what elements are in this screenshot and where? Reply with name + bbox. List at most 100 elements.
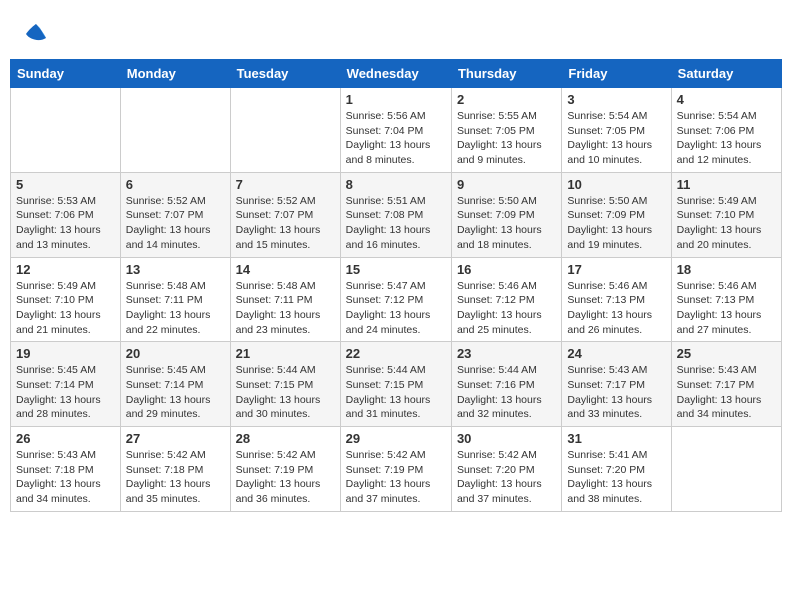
day-number: 30: [457, 431, 556, 446]
day-number: 26: [16, 431, 115, 446]
calendar-day-cell: 24 Sunrise: 5:43 AM Sunset: 7:17 PM Dayli…: [562, 342, 671, 427]
weekday-header-thursday: Thursday: [451, 60, 561, 88]
calendar-day-cell: 20 Sunrise: 5:45 AM Sunset: 7:14 PM Dayli…: [120, 342, 230, 427]
day-number: 10: [567, 177, 665, 192]
calendar-day-cell: 30Sunrise: 5:42 AM Sunset: 7:20 PM Dayli…: [451, 427, 561, 512]
calendar-day-cell: 14Sunrise: 5:48 AM Sunset: 7:11 PM Dayli…: [230, 257, 340, 342]
day-info: Sunrise: 5:45 AM Sunset: 7:14 PM Dayligh…: [16, 363, 115, 422]
day-info: Sunrise: 5:50 AM Sunset: 7:09 PM Dayligh…: [567, 194, 665, 253]
day-number: 17: [567, 262, 665, 277]
calendar-day-cell: 3 Sunrise: 5:54 AM Sunset: 7:05 PM Daylig…: [562, 88, 671, 173]
day-number: 21: [236, 346, 335, 361]
day-number: 7: [236, 177, 335, 192]
day-info: Sunrise: 5:54 AM Sunset: 7:06 PM Dayligh…: [677, 109, 776, 168]
day-number: 12: [16, 262, 115, 277]
calendar-empty-cell: [230, 88, 340, 173]
calendar-day-cell: 12Sunrise: 5:49 AM Sunset: 7:10 PM Dayli…: [11, 257, 121, 342]
weekday-header-saturday: Saturday: [671, 60, 781, 88]
day-number: 6: [126, 177, 225, 192]
calendar-week-row: 26 Sunrise: 5:43 AM Sunset: 7:18 PM Dayli…: [11, 427, 782, 512]
calendar-day-cell: 29 Sunrise: 5:42 AM Sunset: 7:19 PM Dayli…: [340, 427, 451, 512]
day-info: Sunrise: 5:42 AM Sunset: 7:19 PM Dayligh…: [346, 448, 446, 507]
calendar-table: SundayMondayTuesdayWednesdayThursdayFrid…: [10, 59, 782, 512]
logo: [20, 20, 50, 48]
calendar-day-cell: 26 Sunrise: 5:43 AM Sunset: 7:18 PM Dayli…: [11, 427, 121, 512]
day-info: Sunrise: 5:44 AM Sunset: 7:15 PM Dayligh…: [346, 363, 446, 422]
day-number: 20: [126, 346, 225, 361]
day-number: 9: [457, 177, 556, 192]
calendar-week-row: 1 Sunrise: 5:56 AM Sunset: 7:04 PM Daylig…: [11, 88, 782, 173]
day-info: Sunrise: 5:42 AM Sunset: 7:18 PM Dayligh…: [126, 448, 225, 507]
day-number: 15: [346, 262, 446, 277]
weekday-header-wednesday: Wednesday: [340, 60, 451, 88]
day-number: 19: [16, 346, 115, 361]
day-number: 25: [677, 346, 776, 361]
weekday-header-sunday: Sunday: [11, 60, 121, 88]
day-info: Sunrise: 5:42 AM Sunset: 7:19 PM Dayligh…: [236, 448, 335, 507]
day-number: 28: [236, 431, 335, 446]
calendar-day-cell: 6 Sunrise: 5:52 AM Sunset: 7:07 PM Daylig…: [120, 172, 230, 257]
day-number: 4: [677, 92, 776, 107]
day-info: Sunrise: 5:46 AM Sunset: 7:12 PM Dayligh…: [457, 279, 556, 338]
day-info: Sunrise: 5:48 AM Sunset: 7:11 PM Dayligh…: [126, 279, 225, 338]
calendar-day-cell: 22 Sunrise: 5:44 AM Sunset: 7:15 PM Dayli…: [340, 342, 451, 427]
day-number: 31: [567, 431, 665, 446]
calendar-day-cell: 1 Sunrise: 5:56 AM Sunset: 7:04 PM Daylig…: [340, 88, 451, 173]
day-info: Sunrise: 5:44 AM Sunset: 7:16 PM Dayligh…: [457, 363, 556, 422]
weekday-header-tuesday: Tuesday: [230, 60, 340, 88]
page-header: [10, 10, 782, 53]
calendar-week-row: 5 Sunrise: 5:53 AM Sunset: 7:06 PM Daylig…: [11, 172, 782, 257]
calendar-day-cell: 21 Sunrise: 5:44 AM Sunset: 7:15 PM Dayli…: [230, 342, 340, 427]
calendar-day-cell: 16 Sunrise: 5:46 AM Sunset: 7:12 PM Dayli…: [451, 257, 561, 342]
day-number: 5: [16, 177, 115, 192]
day-number: 23: [457, 346, 556, 361]
calendar-day-cell: 28 Sunrise: 5:42 AM Sunset: 7:19 PM Dayli…: [230, 427, 340, 512]
day-info: Sunrise: 5:43 AM Sunset: 7:17 PM Dayligh…: [567, 363, 665, 422]
day-info: Sunrise: 5:45 AM Sunset: 7:14 PM Dayligh…: [126, 363, 225, 422]
day-number: 3: [567, 92, 665, 107]
calendar-day-cell: 9 Sunrise: 5:50 AM Sunset: 7:09 PM Daylig…: [451, 172, 561, 257]
day-number: 27: [126, 431, 225, 446]
calendar-day-cell: 7 Sunrise: 5:52 AM Sunset: 7:07 PM Daylig…: [230, 172, 340, 257]
day-info: Sunrise: 5:52 AM Sunset: 7:07 PM Dayligh…: [236, 194, 335, 253]
calendar-empty-cell: [120, 88, 230, 173]
calendar-day-cell: 25Sunrise: 5:43 AM Sunset: 7:17 PM Dayli…: [671, 342, 781, 427]
calendar-week-row: 19 Sunrise: 5:45 AM Sunset: 7:14 PM Dayli…: [11, 342, 782, 427]
day-info: Sunrise: 5:55 AM Sunset: 7:05 PM Dayligh…: [457, 109, 556, 168]
day-number: 29: [346, 431, 446, 446]
calendar-day-cell: 4 Sunrise: 5:54 AM Sunset: 7:06 PM Daylig…: [671, 88, 781, 173]
calendar-day-cell: 13 Sunrise: 5:48 AM Sunset: 7:11 PM Dayli…: [120, 257, 230, 342]
calendar-day-cell: 11 Sunrise: 5:49 AM Sunset: 7:10 PM Dayli…: [671, 172, 781, 257]
calendar-day-cell: 8Sunrise: 5:51 AM Sunset: 7:08 PM Daylig…: [340, 172, 451, 257]
day-info: Sunrise: 5:46 AM Sunset: 7:13 PM Dayligh…: [677, 279, 776, 338]
calendar-day-cell: 10 Sunrise: 5:50 AM Sunset: 7:09 PM Dayli…: [562, 172, 671, 257]
day-info: Sunrise: 5:56 AM Sunset: 7:04 PM Dayligh…: [346, 109, 446, 168]
day-info: Sunrise: 5:44 AM Sunset: 7:15 PM Dayligh…: [236, 363, 335, 422]
calendar-week-row: 12Sunrise: 5:49 AM Sunset: 7:10 PM Dayli…: [11, 257, 782, 342]
day-info: Sunrise: 5:50 AM Sunset: 7:09 PM Dayligh…: [457, 194, 556, 253]
day-info: Sunrise: 5:52 AM Sunset: 7:07 PM Dayligh…: [126, 194, 225, 253]
day-number: 11: [677, 177, 776, 192]
day-info: Sunrise: 5:41 AM Sunset: 7:20 PM Dayligh…: [567, 448, 665, 507]
day-info: Sunrise: 5:47 AM Sunset: 7:12 PM Dayligh…: [346, 279, 446, 338]
day-info: Sunrise: 5:48 AM Sunset: 7:11 PM Dayligh…: [236, 279, 335, 338]
day-number: 1: [346, 92, 446, 107]
day-number: 13: [126, 262, 225, 277]
day-info: Sunrise: 5:49 AM Sunset: 7:10 PM Dayligh…: [677, 194, 776, 253]
day-info: Sunrise: 5:54 AM Sunset: 7:05 PM Dayligh…: [567, 109, 665, 168]
calendar-day-cell: 17Sunrise: 5:46 AM Sunset: 7:13 PM Dayli…: [562, 257, 671, 342]
day-number: 22: [346, 346, 446, 361]
calendar-empty-cell: [11, 88, 121, 173]
logo-icon: [22, 20, 50, 48]
day-number: 24: [567, 346, 665, 361]
day-number: 16: [457, 262, 556, 277]
day-info: Sunrise: 5:53 AM Sunset: 7:06 PM Dayligh…: [16, 194, 115, 253]
calendar-day-cell: 18Sunrise: 5:46 AM Sunset: 7:13 PM Dayli…: [671, 257, 781, 342]
calendar-day-cell: 2Sunrise: 5:55 AM Sunset: 7:05 PM Daylig…: [451, 88, 561, 173]
calendar-day-cell: 5 Sunrise: 5:53 AM Sunset: 7:06 PM Daylig…: [11, 172, 121, 257]
calendar-day-cell: 15 Sunrise: 5:47 AM Sunset: 7:12 PM Dayli…: [340, 257, 451, 342]
day-info: Sunrise: 5:43 AM Sunset: 7:18 PM Dayligh…: [16, 448, 115, 507]
calendar-empty-cell: [671, 427, 781, 512]
calendar-header-row: SundayMondayTuesdayWednesdayThursdayFrid…: [11, 60, 782, 88]
calendar-day-cell: 19 Sunrise: 5:45 AM Sunset: 7:14 PM Dayli…: [11, 342, 121, 427]
